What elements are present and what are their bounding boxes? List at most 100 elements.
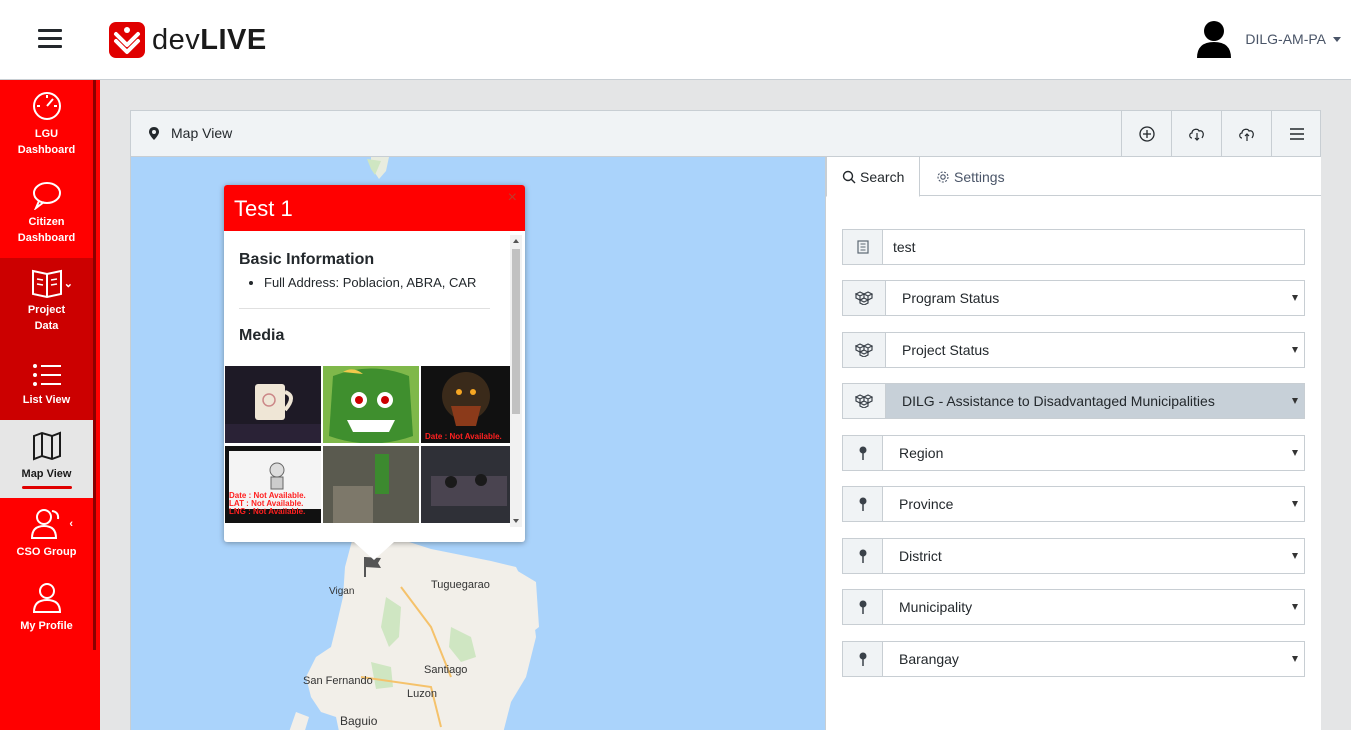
chevron-down-icon [1333,36,1341,42]
dropdown-arrow-icon [1292,450,1298,456]
select-label: Province [899,496,954,512]
media-thumbnail[interactable] [323,446,419,523]
sidebar-item-label: LGU [34,128,59,140]
add-button[interactable] [1121,111,1171,157]
map-label-vigan: Vigan [329,586,355,597]
province-select[interactable]: Province [842,486,1305,522]
card-header: Map View [131,111,1320,157]
chevron-left-icon: ‹ [69,518,73,530]
user-icon [32,583,61,613]
popup-title: Test 1 [234,196,293,221]
select-value[interactable]: Province [883,487,1304,521]
select-label: Program Status [902,290,1000,306]
sidebar-item-list-view[interactable]: List View [0,350,93,420]
gear-icon [937,170,949,183]
sidebar-item-label: Dashboard [17,232,76,244]
cubes-icon [843,384,886,418]
close-icon[interactable]: × [508,189,517,207]
map-icon [32,431,61,461]
active-indicator [21,486,72,489]
pin-icon [843,487,883,521]
popup-body[interactable]: Basic Information Full Address: Poblacio… [224,231,510,525]
select-label: DILG - Assistance to Disadvantaged Munic… [902,393,1215,409]
cubes-icon [843,281,886,315]
select-value[interactable]: Program Status [886,281,1304,315]
dropdown-arrow-icon [1292,398,1298,404]
download-button[interactable] [1171,111,1221,157]
map-label-luzon: Luzon [407,688,437,700]
sidebar-item-citizen-dashboard[interactable]: Citizen Dashboard [0,180,93,260]
region-select[interactable]: Region [842,435,1305,471]
search-input[interactable]: test [883,230,1304,264]
sidebar-item-my-profile[interactable]: My Profile [0,582,93,652]
list-icon [32,364,61,386]
search-field[interactable]: test [842,229,1305,265]
cubes-icon [843,333,886,367]
dropdown-arrow-icon [1292,553,1298,559]
dropdown-arrow-icon [1292,501,1298,507]
project-status-select[interactable]: Project Status [842,332,1305,368]
media-heading: Media [239,327,285,344]
map-label-santiago: Santiago [424,664,468,676]
cloud-download-icon [1188,128,1204,141]
user-avatar-icon [1197,21,1232,58]
sidebar-item-label: Dashboard [17,144,76,156]
pin-icon [843,642,883,676]
hamburger-menu-icon[interactable] [38,29,62,49]
sidebar: LGU Dashboard Citizen Dashboard ⌄ Projec… [0,80,100,730]
top-bar: devLIVE DILG-AM-PA [0,0,1351,80]
brand[interactable]: devLIVE [109,22,267,58]
user-menu[interactable]: DILG-AM-PA [1197,20,1341,58]
sidebar-item-project-data[interactable]: ⌄ Project Data [0,258,93,350]
select-label: Barangay [899,651,959,667]
select-value[interactable]: Region [883,436,1304,470]
select-label: Region [899,445,944,461]
media-thumbnail[interactable] [225,366,321,443]
map-label-tuguegarao: Tuguegarao [431,579,490,591]
chevron-down-icon: ⌄ [63,278,73,290]
municipality-select[interactable]: Municipality [842,589,1305,625]
menu-button[interactable] [1271,111,1321,157]
map-canvas[interactable]: Vigan Tuguegarao Santiago San Fernando L… [131,157,825,730]
media-thumbnail[interactable] [323,366,419,443]
dropdown-arrow-icon [1292,656,1298,662]
select-value[interactable]: Barangay [883,642,1304,676]
barangay-select[interactable]: Barangay [842,641,1305,677]
map-label-san-fernando: San Fernando [303,675,373,687]
sidebar-item-lgu-dashboard[interactable]: LGU Dashboard [0,90,93,170]
speedometer-icon [32,92,61,120]
tab-settings[interactable]: Settings [921,157,1020,196]
card-title-text: Map View [171,125,233,141]
select-label: Municipality [899,599,973,615]
select-value[interactable]: District [883,539,1304,573]
dropdown-arrow-icon [1292,295,1298,301]
select-value[interactable]: DILG - Assistance to Disadvantaged Munic… [886,384,1304,418]
sidebar-item-label: List View [22,394,71,406]
upload-button[interactable] [1221,111,1271,157]
sidebar-scrollbar[interactable] [93,80,96,650]
program-status-select[interactable]: Program Status [842,280,1305,316]
sidebar-item-label: CSO Group [16,546,77,558]
media-thumbnail[interactable]: Date : Not Available. LAT : Not Availabl… [225,446,321,523]
sidebar-item-label: Data [34,320,59,332]
tab-search[interactable]: Search [826,157,921,197]
card-title: Map View [149,125,232,141]
popup-scrollbar[interactable] [510,235,522,527]
panel-tabs: Search Settings [826,157,1321,197]
program-select[interactable]: DILG - Assistance to Disadvantaged Munic… [842,383,1305,419]
media-thumbnail[interactable]: Date : Not Available. [421,366,510,443]
sidebar-item-map-view[interactable]: Map View [0,420,93,498]
select-label: Project Status [902,342,990,358]
select-value[interactable]: Project Status [886,333,1304,367]
media-thumbnail[interactable] [421,446,510,523]
sidebar-item-label: My Profile [20,620,73,632]
plus-circle-icon [1138,126,1155,142]
users-icon [30,509,59,539]
district-select[interactable]: District [842,538,1305,574]
user-name: DILG-AM-PA [1245,31,1326,47]
sidebar-item-cso-group[interactable]: ‹ CSO Group [0,508,93,578]
pin-icon [843,436,883,470]
tab-search-label: Search [860,168,905,185]
select-value[interactable]: Municipality [883,590,1304,624]
sidebar-item-label: Map View [21,468,72,480]
